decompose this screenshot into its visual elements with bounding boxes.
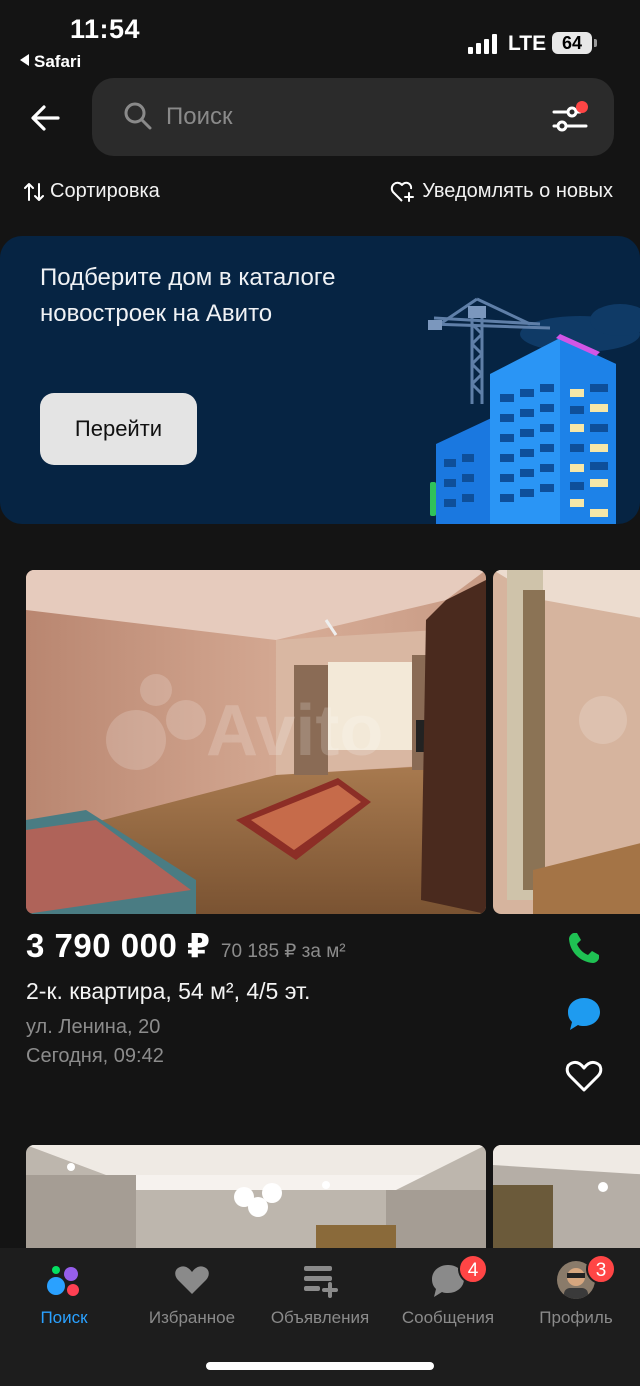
back-app-label: Safari — [34, 52, 82, 71]
back-triangle-icon — [20, 54, 29, 66]
tab-messages[interactable]: 4 Сообщения — [384, 1248, 512, 1348]
sort-label: Сортировка — [50, 180, 160, 202]
next-listing-photos[interactable] — [26, 1145, 640, 1255]
banner-text: Подберите дом в каталоге новостроек на А… — [40, 264, 336, 327]
room-photo: Avito — [26, 570, 486, 914]
ads-list-icon — [304, 1266, 338, 1298]
favorite-heart-icon[interactable] — [564, 1056, 604, 1096]
sort-button[interactable]: Сортировка — [24, 180, 160, 203]
back-arrow-icon[interactable] — [28, 100, 64, 136]
price-per-m2: 70 185 ₽ за м² — [220, 941, 346, 962]
listing-photo[interactable]: Avito — [26, 570, 486, 914]
listing-photo-next[interactable] — [493, 570, 640, 914]
next-listing-photo-2[interactable] — [493, 1145, 640, 1255]
heart-icon — [175, 1266, 209, 1294]
listing-price: 3 790 000 ₽ — [26, 927, 211, 964]
room-photo-3 — [26, 1145, 486, 1255]
back-to-safari[interactable]: Safari — [20, 52, 81, 72]
listing-address: ул. Ленина, 20 — [26, 1016, 161, 1038]
sort-bar: Сортировка Уведомлять о новых — [0, 180, 640, 214]
signal-icon — [468, 34, 498, 54]
search-input[interactable] — [166, 98, 526, 136]
listing-photo-carousel[interactable]: Avito — [26, 570, 640, 914]
room-photo-2 — [493, 570, 640, 914]
listing-date: Сегодня, 09:42 — [26, 1045, 164, 1067]
listing-title[interactable]: 2-к. квартира, 54 м², 4/5 эт. — [26, 978, 310, 1005]
filter-icon[interactable] — [550, 100, 590, 134]
tab-favorites-label: Избранное — [148, 1308, 236, 1327]
messages-badge: 4 — [458, 1254, 488, 1284]
sort-arrows-icon — [24, 182, 44, 201]
battery-icon: 64 — [552, 32, 597, 54]
tab-favorites[interactable]: Избранное — [128, 1248, 256, 1348]
profile-badge: 3 — [586, 1254, 616, 1284]
promo-banner[interactable]: Подберите дом в каталоге новостроек на А… — [0, 236, 640, 524]
heart-plus-icon — [391, 181, 415, 202]
room-photo-4 — [493, 1145, 640, 1255]
next-listing-photo[interactable] — [26, 1145, 486, 1255]
search-bar[interactable] — [92, 78, 614, 156]
banner-go-button[interactable]: Перейти — [40, 393, 197, 465]
building-illustration — [428, 297, 640, 524]
status-time: 11:54 — [70, 14, 141, 44]
message-icon[interactable] — [564, 994, 604, 1034]
tab-search[interactable]: Поиск — [0, 1248, 128, 1348]
tab-profile[interactable]: 3 Профиль — [512, 1248, 640, 1348]
tab-profile-label: Профиль — [539, 1308, 613, 1327]
price-row: 3 790 000 ₽ 70 185 ₽ за м² — [26, 926, 546, 966]
search-icon — [124, 102, 152, 130]
tab-messages-label: Сообщения — [401, 1308, 495, 1327]
tab-search-label: Поиск — [40, 1308, 88, 1327]
notify-button[interactable]: Уведомлять о новых — [390, 180, 613, 203]
photo-watermark: Avito — [206, 691, 383, 771]
status-bar: 11:54 Safari LTE 64 — [0, 0, 640, 78]
notify-label: Уведомлять о новых — [422, 180, 613, 202]
phone-icon[interactable] — [564, 928, 604, 968]
home-indicator[interactable] — [206, 1362, 434, 1370]
search-logo-icon — [47, 1266, 79, 1296]
tab-ads-label: Объявления — [270, 1308, 370, 1327]
battery-level: 64 — [561, 33, 583, 53]
tab-ads[interactable]: Объявления — [256, 1248, 384, 1348]
network-type: LTE — [508, 32, 547, 55]
